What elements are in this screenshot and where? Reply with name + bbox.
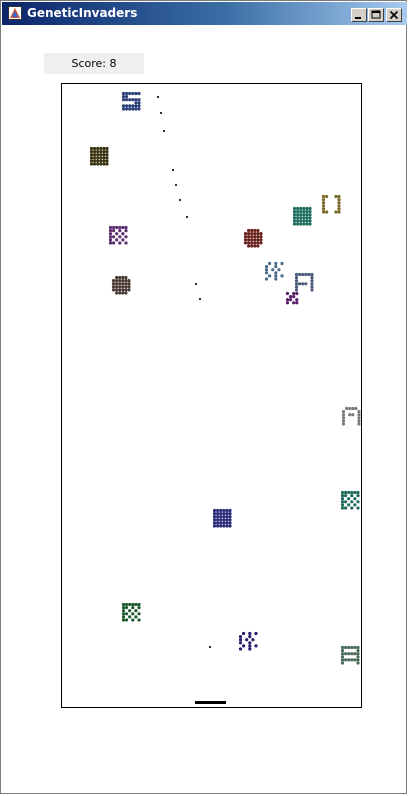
close-button[interactable] [386, 8, 402, 22]
bullet [160, 112, 162, 114]
invader-15 [238, 631, 258, 651]
bullet [163, 130, 165, 132]
invader-1 [121, 91, 141, 111]
invader-2 [89, 146, 109, 166]
invader-5 [292, 206, 312, 226]
invader-12 [340, 490, 360, 510]
invader-14 [121, 602, 141, 622]
application-window: GeneticInvaders Score: 8 [0, 0, 407, 794]
invader-6 [321, 194, 341, 214]
invader-8 [264, 261, 284, 281]
invader-3 [108, 225, 128, 245]
invader-7 [243, 228, 263, 248]
player-ship [195, 701, 226, 704]
invader-10 [285, 291, 299, 305]
close-icon [389, 10, 399, 20]
game-canvas [89, 91, 361, 704]
client-area: Score: 8 [4, 26, 405, 792]
bullet [175, 184, 177, 186]
app-icon[interactable] [8, 6, 22, 20]
minimize-icon [355, 17, 361, 19]
bullet [195, 283, 197, 285]
bullet [172, 169, 174, 171]
score-label: Score: 8 [44, 53, 144, 74]
invader-16 [340, 645, 360, 665]
invader-9 [294, 272, 314, 292]
invader-11 [341, 406, 361, 426]
invader-13 [212, 508, 232, 528]
window-title: GeneticInvaders [27, 6, 138, 20]
bullet [157, 96, 159, 98]
bullet [209, 646, 211, 648]
maximize-icon [371, 10, 381, 19]
title-bar[interactable]: GeneticInvaders [2, 2, 407, 25]
minimize-button[interactable] [351, 8, 367, 22]
invader-4 [111, 275, 131, 295]
game-field[interactable] [61, 83, 362, 708]
bullet [179, 199, 181, 201]
bullet [199, 298, 201, 300]
bullet [186, 216, 188, 218]
maximize-button[interactable] [368, 8, 384, 22]
